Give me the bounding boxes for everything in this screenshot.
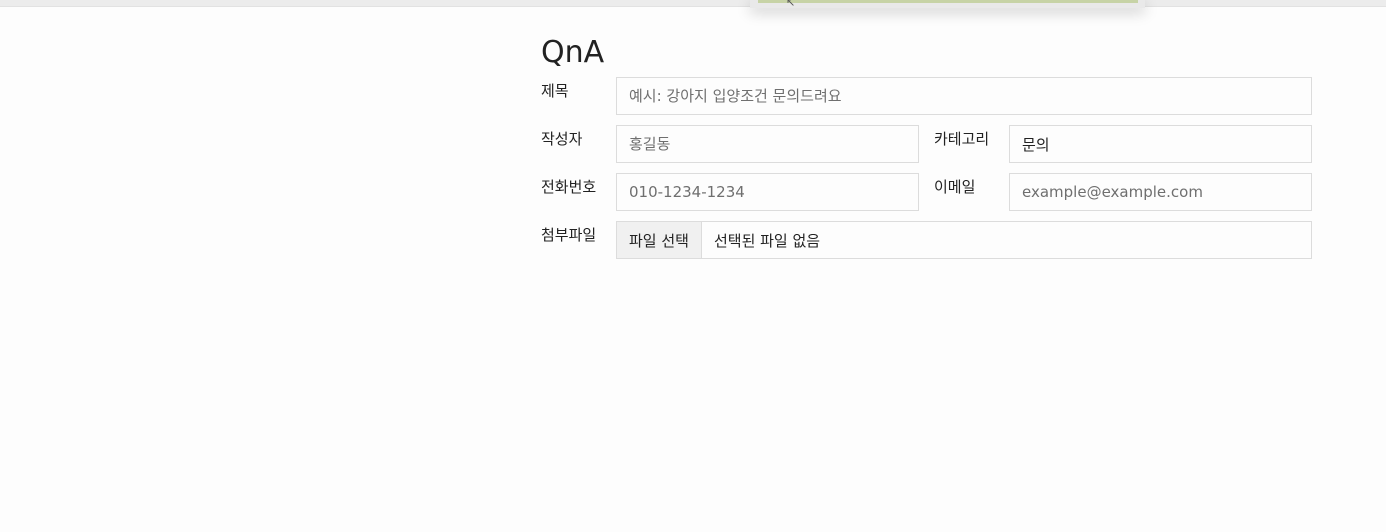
mouse-cursor-icon: ↖ bbox=[786, 0, 796, 9]
title-input[interactable] bbox=[616, 77, 1312, 115]
author-label: 작성자 bbox=[541, 130, 583, 148]
author-input[interactable] bbox=[616, 125, 919, 163]
title-label: 제목 bbox=[541, 82, 569, 100]
attachment-label: 첨부파일 bbox=[541, 226, 597, 244]
choose-file-button[interactable]: 파일 선택 bbox=[617, 222, 702, 258]
category-label: 카테고리 bbox=[934, 130, 990, 148]
page-title: QnA bbox=[541, 35, 605, 70]
author-category-row: 작성자 카테고리 bbox=[541, 125, 1312, 163]
title-row: 제목 bbox=[541, 77, 1312, 115]
overlay-accent-bar bbox=[758, 0, 1138, 3]
category-input[interactable] bbox=[1009, 125, 1312, 163]
email-label: 이메일 bbox=[934, 178, 976, 196]
top-browser-strip bbox=[0, 0, 1386, 7]
attachment-row: 첨부파일 파일 선택 선택된 파일 없음 bbox=[541, 221, 1312, 259]
email-input[interactable] bbox=[1009, 173, 1312, 211]
phone-input[interactable] bbox=[616, 173, 919, 211]
file-status-text: 선택된 파일 없음 bbox=[713, 231, 821, 250]
qna-form: QnA 제목 작성자 카테고리 전화번호 이메일 첨부파일 파일 선택 선택된 … bbox=[541, 34, 1312, 269]
phone-email-row: 전화번호 이메일 bbox=[541, 173, 1312, 211]
file-input[interactable]: 파일 선택 선택된 파일 없음 bbox=[616, 221, 1312, 259]
phone-label: 전화번호 bbox=[541, 178, 597, 196]
